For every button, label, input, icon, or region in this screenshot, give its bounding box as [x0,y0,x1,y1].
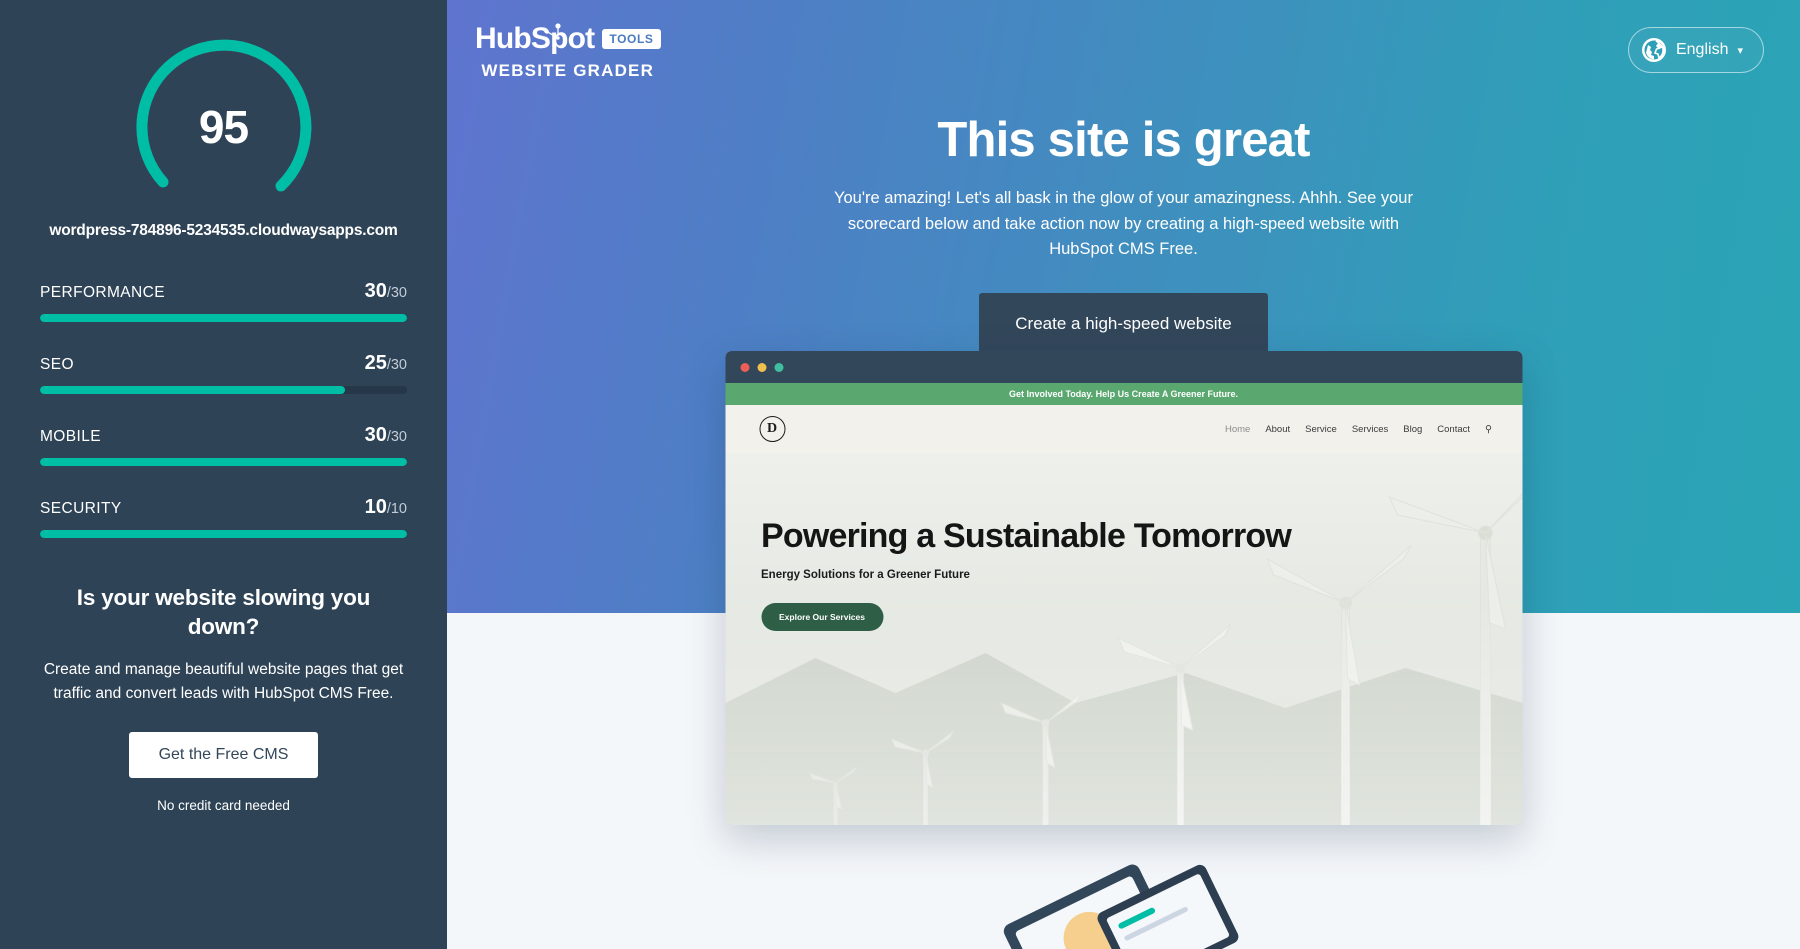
metric-label: PERFORMANCE [40,284,165,301]
sprocket-icon [545,23,561,40]
results-sidebar: 95 wordpress-784896-5234535.cloudwaysapp… [0,0,447,949]
tools-badge: TOOLS [602,29,661,49]
website-grader-subtitle: WEBSITE GRADER [481,61,655,80]
get-free-cms-button[interactable]: Get the Free CMS [128,731,319,778]
preview-hero-text: Powering a Sustainable Tomorrow Energy S… [761,517,1292,631]
metric-mobile: MOBILE 30/30 [40,424,407,466]
hubspot-wordmark: HubSpot [475,22,595,56]
nav-item-service[interactable]: Service [1305,424,1337,435]
preview-subheadline: Energy Solutions for a Greener Future [761,569,970,581]
metric-score: 30/30 [365,424,407,447]
metric-bar-fill [40,386,345,394]
explore-our-services-button[interactable]: Explore Our Services [761,603,883,631]
nav-item-services[interactable]: Services [1352,424,1388,435]
close-window-dot [740,362,749,372]
metric-bar-fill [40,458,407,466]
metric-bar-track [40,530,407,538]
graded-site-url: wordpress-784896-5234535.cloudwaysapps.c… [49,222,398,239]
metric-score-max: /10 [386,501,407,517]
nav-item-contact[interactable]: Contact [1437,424,1470,435]
metric-score-value: 10 [364,496,387,518]
metric-label: SEO [40,356,74,373]
sidebar-cta: Is your website slowing you down? Create… [40,584,407,813]
wind-turbines-illustration [725,453,1522,825]
preview-headline: Powering a Sustainable Tomorrow [761,517,1292,555]
language-label: English [1675,41,1729,58]
main-content: HubSpot TOOLS WEBSITE GRADER English ▾ T… [447,0,1800,949]
website-grader-page: 95 wordpress-784896-5234535.cloudwaysapp… [0,0,1800,949]
metric-score-max: /30 [386,429,407,445]
laptop-illustration [1003,864,1238,949]
metric-score-max: /30 [386,285,407,301]
metric-bar-track [40,458,407,466]
nav-item-home[interactable]: Home [1225,424,1250,435]
hero-subtitle: You're amazing! Let's all bask in the gl… [834,189,1413,259]
sidebar-cta-description: Create and manage beautiful website page… [43,660,404,702]
preview-site-hero: Powering a Sustainable Tomorrow Energy S… [725,453,1522,825]
metric-label: MOBILE [40,428,101,445]
browser-title-bar [725,351,1522,383]
sidebar-cta-note: No credit card needed [157,797,290,813]
hubspot-logo[interactable]: HubSpot TOOLS WEBSITE GRADER [475,22,661,81]
metric-score-max: /30 [386,357,407,373]
site-preview-browser: Get Involved Today. Help Us Create A Gre… [725,351,1522,825]
metric-bar-fill [40,314,407,322]
globe-icon [1641,38,1666,62]
metric-score-value: 25 [364,352,387,374]
metric-score-value: 30 [364,280,387,302]
hubspot-wordmark-text: HubSpot [475,22,595,55]
minimize-window-dot [757,362,766,372]
search-icon[interactable]: ⚲ [1485,424,1492,435]
preview-site-nav: D Home About Service Services Blog Conta… [725,405,1522,453]
metric-score-value: 30 [364,424,387,446]
overall-score-value: 95 [198,101,249,153]
metric-score: 25/30 [365,352,407,375]
create-high-speed-website-button[interactable]: Create a high-speed website [979,292,1268,355]
metric-bar-fill [40,530,407,538]
nav-item-about[interactable]: About [1265,424,1290,435]
metric-bar-track [40,386,407,394]
metric-score: 10/10 [365,496,407,519]
preview-nav-links: Home About Service Services Blog Contact… [1225,424,1492,435]
metric-label: SECURITY [40,500,122,517]
metric-performance: PERFORMANCE 30/30 [40,280,407,322]
language-selector[interactable]: English ▾ [1627,27,1764,73]
hero-title: This site is great [937,113,1310,167]
maximize-window-dot [774,362,783,372]
metric-security: SECURITY 10/10 [40,496,407,538]
metric-bar-track [40,314,407,322]
site-announcement-bar: Get Involved Today. Help Us Create A Gre… [725,383,1522,405]
sidebar-cta-title: Is your website slowing you down? [76,585,371,639]
metric-seo: SEO 25/30 [40,352,407,394]
overall-score-gauge: 95 [119,14,329,214]
preview-site-logo: D [759,416,785,442]
metrics-list: PERFORMANCE 30/30 SEO 25/30 MOBILE 30/30… [40,280,407,538]
chevron-down-icon: ▾ [1737,44,1743,57]
nav-item-blog[interactable]: Blog [1403,424,1422,435]
metric-score: 30/30 [365,280,407,303]
